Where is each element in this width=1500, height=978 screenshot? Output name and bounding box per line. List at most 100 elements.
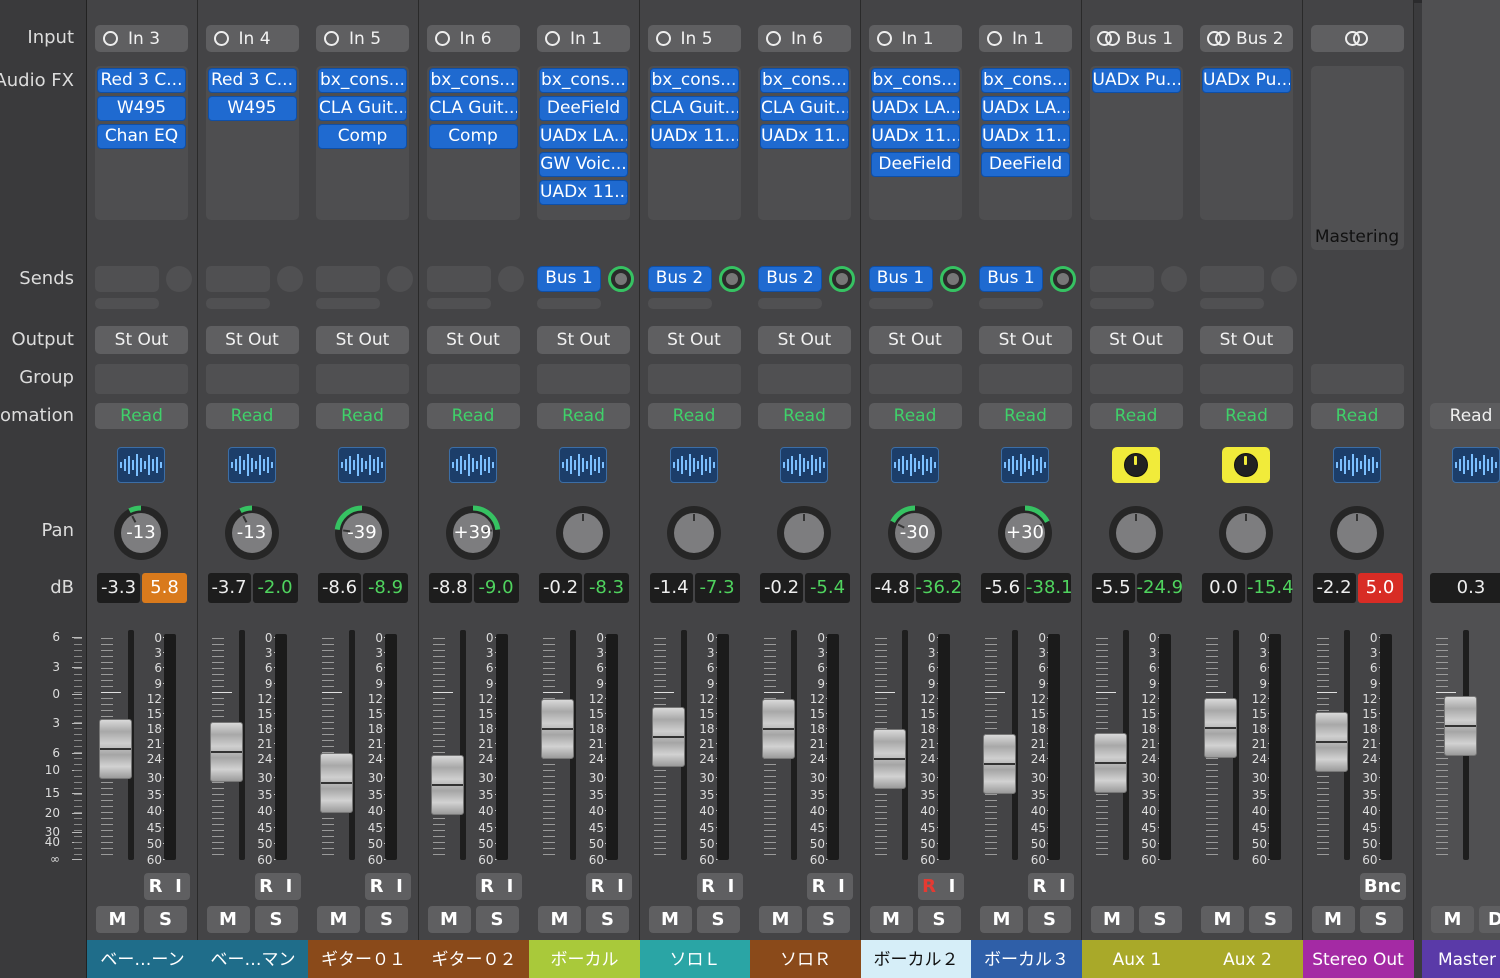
input-slot[interactable]: In 5 bbox=[316, 25, 409, 52]
solo-button[interactable]: S bbox=[1138, 906, 1182, 933]
send-level-knob[interactable] bbox=[166, 266, 192, 292]
input-monitor-button[interactable]: I bbox=[388, 873, 411, 900]
input-monitor-button[interactable]: I bbox=[830, 873, 853, 900]
db-peak-value[interactable]: -5.4 bbox=[805, 573, 850, 603]
audio-fx-slot[interactable]: bx_cons... bbox=[981, 68, 1070, 93]
volume-fader[interactable] bbox=[1093, 733, 1127, 794]
automation-mode[interactable]: Read bbox=[647, 403, 741, 429]
volume-fader[interactable] bbox=[430, 754, 464, 815]
send-slot[interactable] bbox=[1200, 266, 1264, 292]
mute-button[interactable]: M bbox=[1311, 906, 1355, 933]
input-slot[interactable]: In 6 bbox=[758, 25, 851, 52]
waveform-icon[interactable] bbox=[338, 447, 386, 483]
input-monitor-button[interactable]: I bbox=[278, 873, 301, 900]
output-slot[interactable]: St Out bbox=[1200, 326, 1293, 354]
send-slot[interactable] bbox=[1089, 266, 1154, 292]
send-slot[interactable] bbox=[426, 266, 491, 292]
volume-fader[interactable] bbox=[320, 753, 353, 814]
mute-button[interactable]: M bbox=[317, 906, 360, 933]
waveform-icon[interactable] bbox=[117, 447, 165, 483]
group-slot[interactable] bbox=[647, 364, 741, 394]
record-enable-button[interactable]: R bbox=[1028, 873, 1051, 900]
track-name[interactable]: ボーカル２ bbox=[860, 940, 972, 978]
audio-fx-area[interactable]: bx_cons... CLA Guit... Comp bbox=[316, 66, 409, 220]
audio-fx-slot[interactable]: Comp bbox=[318, 124, 407, 149]
solo-button[interactable]: S bbox=[144, 906, 187, 933]
audio-fx-slot[interactable]: CLA Guit... bbox=[760, 96, 849, 121]
input-slot[interactable] bbox=[1310, 25, 1404, 52]
output-slot[interactable]: St Out bbox=[1089, 326, 1183, 354]
audio-fx-area[interactable]: Red 3 C... W495 bbox=[205, 66, 299, 220]
automation-mode[interactable]: Read bbox=[537, 403, 630, 429]
audio-fx-slot[interactable]: UADx 11... bbox=[649, 124, 739, 149]
audio-fx-area[interactable]: UADx Pu... bbox=[1200, 66, 1293, 220]
input-monitor-button[interactable]: I bbox=[167, 873, 190, 900]
send-slot[interactable] bbox=[316, 266, 380, 292]
automation-mode[interactable]: Read bbox=[1089, 403, 1183, 429]
audio-fx-slot[interactable]: UADx 11... bbox=[539, 180, 628, 205]
solo-button[interactable]: S bbox=[254, 906, 298, 933]
input-slot[interactable]: In 1 bbox=[537, 25, 630, 52]
volume-fader[interactable] bbox=[541, 699, 574, 760]
audio-fx-slot[interactable]: Comp bbox=[428, 124, 518, 149]
automation-mode[interactable]: Read bbox=[1430, 403, 1500, 429]
pan-knob[interactable]: -39 bbox=[332, 503, 392, 563]
input-monitor-button[interactable]: I bbox=[499, 873, 522, 900]
volume-fader[interactable] bbox=[651, 707, 685, 768]
send-slot-empty[interactable] bbox=[868, 298, 933, 309]
pan-knob[interactable] bbox=[553, 503, 613, 563]
automation-mode[interactable]: Read bbox=[758, 403, 851, 429]
pan-knob[interactable]: +30 bbox=[995, 503, 1055, 563]
record-enable-button[interactable]: R bbox=[255, 873, 278, 900]
audio-fx-slot[interactable]: UADx 11... bbox=[760, 124, 849, 149]
input-slot[interactable]: Bus 2 bbox=[1200, 25, 1293, 52]
solo-button[interactable]: S bbox=[807, 906, 850, 933]
solo-button[interactable]: S bbox=[1249, 906, 1292, 933]
track-name[interactable]: Aux 2 bbox=[1192, 940, 1303, 978]
solo-button[interactable]: S bbox=[365, 906, 408, 933]
pan-knob[interactable] bbox=[1216, 503, 1276, 563]
solo-button-partial[interactable]: D bbox=[1479, 906, 1500, 933]
audio-fx-area[interactable]: bx_cons... CLA Guit... UADx 11... bbox=[758, 66, 851, 220]
automation-mode[interactable]: Read bbox=[979, 403, 1072, 429]
audio-fx-slot[interactable]: CLA Guit... bbox=[428, 96, 518, 121]
input-monitor-button[interactable]: I bbox=[941, 873, 964, 900]
automation-mode[interactable]: Read bbox=[868, 403, 962, 429]
output-slot[interactable]: St Out bbox=[979, 326, 1072, 354]
mute-button[interactable]: M bbox=[1431, 906, 1474, 933]
audio-fx-slot[interactable]: bx_cons... bbox=[870, 68, 960, 93]
db-peak-value[interactable]: -8.9 bbox=[363, 573, 408, 603]
send-slot[interactable]: Bus 1 bbox=[979, 266, 1043, 292]
send-slot[interactable]: Bus 2 bbox=[758, 266, 822, 292]
mastering-slot[interactable]: Mastering bbox=[1310, 66, 1404, 250]
send-slot-empty[interactable] bbox=[1089, 298, 1154, 309]
input-slot[interactable]: In 6 bbox=[426, 25, 520, 52]
pan-knob[interactable] bbox=[1106, 503, 1166, 563]
mute-button[interactable]: M bbox=[1201, 906, 1244, 933]
send-slot-empty[interactable] bbox=[426, 298, 491, 309]
solo-button[interactable]: S bbox=[1359, 906, 1403, 933]
db-peak-value[interactable]: -36.2 bbox=[915, 573, 962, 603]
automation-mode[interactable]: Read bbox=[205, 403, 299, 429]
audio-fx-slot[interactable]: GW Voic... bbox=[539, 152, 628, 177]
output-slot[interactable]: St Out bbox=[205, 326, 299, 354]
audio-fx-area[interactable]: bx_cons... DeeField UADx LA... GW Voic... UA… bbox=[537, 66, 630, 220]
audio-fx-slot[interactable]: DeeField bbox=[870, 152, 960, 177]
track-name[interactable]: Stereo Out bbox=[1302, 940, 1414, 978]
mute-button[interactable]: M bbox=[980, 906, 1023, 933]
volume-fader[interactable] bbox=[1444, 696, 1477, 757]
mute-button[interactable]: M bbox=[759, 906, 802, 933]
audio-fx-area[interactable]: Red 3 C... W495 Chan EQ bbox=[95, 66, 188, 220]
send-level-knob[interactable] bbox=[718, 266, 745, 292]
output-slot[interactable]: St Out bbox=[95, 326, 188, 354]
send-slot[interactable]: Bus 1 bbox=[868, 266, 933, 292]
volume-fader[interactable] bbox=[99, 719, 132, 780]
group-slot[interactable] bbox=[1200, 364, 1293, 394]
track-name[interactable]: ボーカル３ bbox=[971, 940, 1082, 978]
pan-knob[interactable]: -13 bbox=[222, 503, 282, 563]
audio-fx-slot[interactable]: UADx Pu... bbox=[1202, 68, 1291, 93]
audio-fx-slot[interactable]: bx_cons... bbox=[318, 68, 407, 93]
audio-fx-slot[interactable]: UADx Pu... bbox=[1091, 68, 1181, 93]
group-slot[interactable] bbox=[537, 364, 630, 394]
audio-fx-area[interactable]: bx_cons... UADx LA... UADx 11... DeeField bbox=[868, 66, 962, 220]
